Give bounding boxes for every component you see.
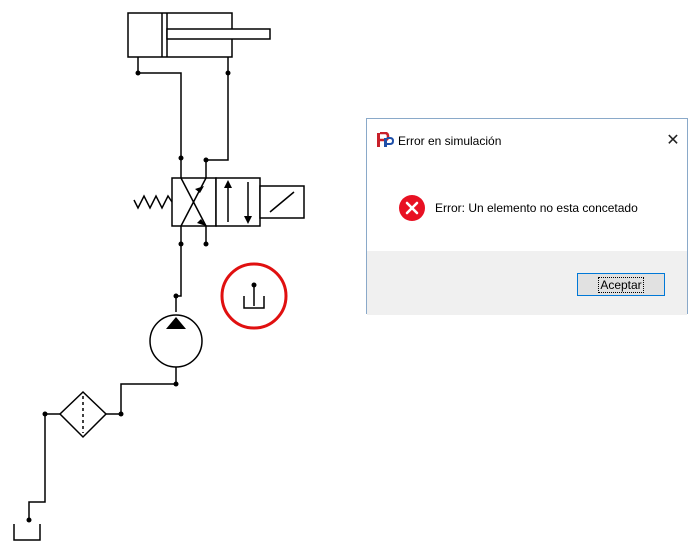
junction-dot <box>225 70 231 76</box>
accept-button[interactable]: Aceptar <box>577 273 665 296</box>
suction-line <box>120 383 176 414</box>
valve-solenoid[interactable] <box>259 185 305 219</box>
dialog-titlebar[interactable]: Error en simulación ✕ <box>367 119 687 159</box>
dialog-title: Error en simulación <box>398 134 502 148</box>
junction-dot <box>178 241 184 247</box>
accept-button-label: Aceptar <box>598 276 644 293</box>
junction-dot <box>42 411 48 417</box>
directional-valve[interactable] <box>171 158 261 244</box>
junction-dot <box>203 241 209 247</box>
valve-spring <box>133 194 173 210</box>
error-dialog: Error en simulación ✕ Error: Un elemento… <box>366 118 688 315</box>
supply-line <box>175 244 182 312</box>
junction-dot <box>251 282 257 288</box>
tank-line <box>28 414 46 520</box>
junction-dot <box>26 517 32 523</box>
app-logo-icon <box>377 132 394 147</box>
dialog-footer: Aceptar <box>367 251 687 315</box>
junction-dot <box>135 70 141 76</box>
error-icon <box>399 195 425 221</box>
pressure-line <box>138 72 229 161</box>
close-button[interactable]: ✕ <box>659 127 687 153</box>
hydraulic-filter[interactable] <box>45 390 121 439</box>
unconnected-tank[interactable] <box>243 285 265 309</box>
junction-dot <box>118 411 124 417</box>
error-message: Error: Un elemento no esta concetado <box>435 201 638 215</box>
junction-dot <box>203 157 209 163</box>
hydraulic-cylinder[interactable] <box>127 12 271 73</box>
junction-dot <box>173 293 179 299</box>
reservoir-tank[interactable] <box>13 524 41 541</box>
junction-dot <box>173 381 179 387</box>
junction-dot <box>178 155 184 161</box>
